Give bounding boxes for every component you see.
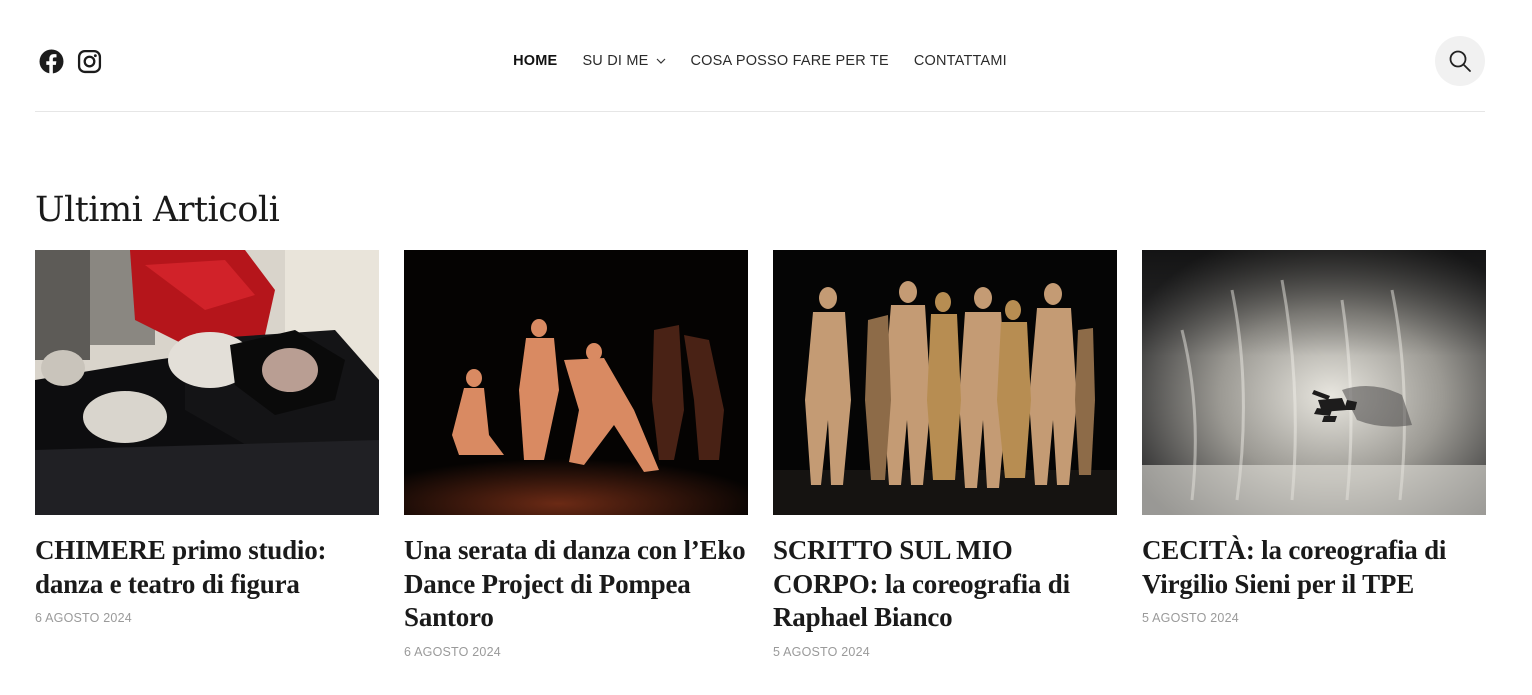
post-image-masks [35, 250, 379, 515]
post-title[interactable]: SCRITTO SUL MIO CORPO: la coreografia di… [773, 534, 1117, 635]
nav-label: COSA POSSO FARE PER TE [690, 53, 889, 69]
post-card: SCRITTO SUL MIO CORPO: la coreografia di… [773, 250, 1117, 659]
post-date: 5 AGOSTO 2024 [773, 644, 870, 659]
post-title[interactable]: CECITÀ: la coreografia di Virgilio Sieni… [1142, 534, 1486, 601]
search-icon [1449, 50, 1471, 72]
nav-item-cosa-posso-fare[interactable]: COSA POSSO FARE PER TE [691, 52, 889, 70]
post-image-dancers-stage [404, 250, 748, 515]
post-thumbnail[interactable] [1142, 250, 1486, 515]
post-date: 6 AGOSTO 2024 [35, 611, 132, 625]
nav-label: HOME [513, 53, 558, 69]
post-title[interactable]: Una serata di danza con l’Eko Dance Proj… [404, 534, 748, 635]
post-card: Una serata di danza con l’Eko Dance Proj… [404, 250, 748, 659]
post-thumbnail[interactable] [773, 250, 1117, 515]
post-title[interactable]: CHIMERE primo studio: danza e teatro di … [35, 534, 379, 601]
main-nav: HOME SU DI ME COSA POSSO FARE PER TE CON… [35, 52, 1485, 70]
nav-item-su-di-me[interactable]: SU DI ME [582, 52, 665, 70]
post-date: 6 AGOSTO 2024 [404, 644, 501, 659]
post-image-dancers-group [773, 250, 1117, 515]
site-header: HOME SU DI ME COSA POSSO FARE PER TE CON… [35, 0, 1485, 112]
post-thumbnail[interactable] [404, 250, 748, 515]
nav-item-contattami[interactable]: CONTATTAMI [914, 52, 1007, 70]
chevron-down-icon [656, 58, 665, 64]
nav-item-home[interactable]: HOME [513, 52, 557, 70]
page-title: Ultimi Articoli [35, 190, 280, 230]
post-card: CECITÀ: la coreografia di Virgilio Sieni… [1142, 250, 1486, 659]
posts-grid: CHIMERE primo studio: danza e teatro di … [35, 250, 1486, 659]
post-image-hand-shadow [1142, 250, 1486, 515]
post-date: 5 AGOSTO 2024 [1142, 611, 1239, 625]
post-thumbnail[interactable] [35, 250, 379, 515]
post-card: CHIMERE primo studio: danza e teatro di … [35, 250, 379, 659]
nav-label: SU DI ME [582, 53, 649, 69]
search-button[interactable] [1435, 36, 1485, 86]
nav-label: CONTATTAMI [913, 53, 1007, 69]
